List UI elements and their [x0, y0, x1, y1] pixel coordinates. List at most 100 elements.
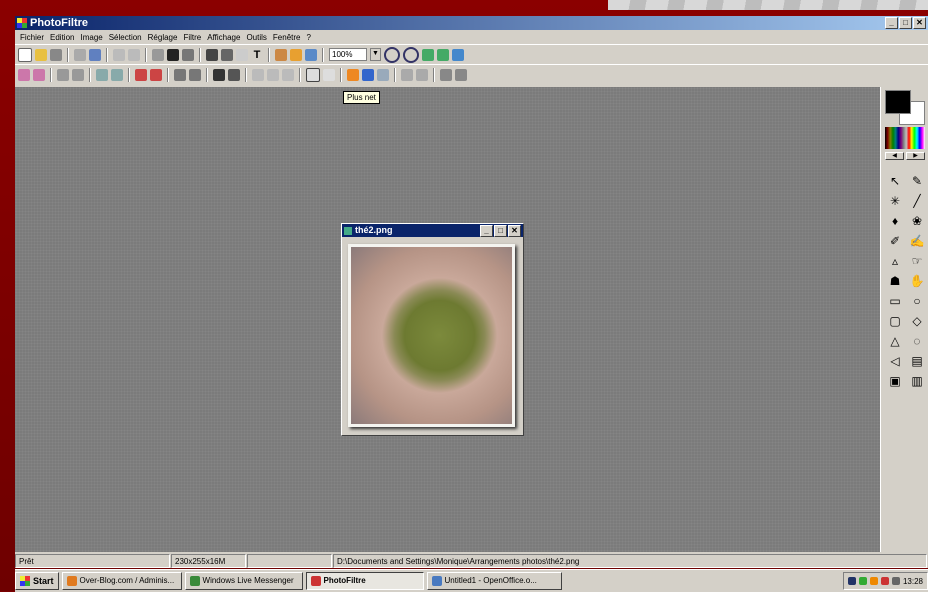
taskbar-item-photofiltre[interactable]: PhotoFiltre [305, 572, 424, 590]
blur-drop-icon[interactable]: ▵ [887, 253, 903, 269]
smudge-icon[interactable]: ☞ [909, 253, 925, 269]
gamma-up-icon[interactable] [189, 68, 201, 81]
menu-fichier[interactable]: Fichier [17, 33, 47, 42]
fit-window-icon[interactable] [422, 48, 434, 61]
zoom-select[interactable]: 100% [329, 48, 367, 61]
undo-icon[interactable] [113, 48, 125, 61]
line-icon[interactable]: ╱ [909, 193, 925, 209]
advanced-brush-icon[interactable]: ✍ [909, 233, 925, 249]
hand-icon[interactable]: ✋ [909, 273, 925, 289]
start-button[interactable]: Start [15, 572, 59, 590]
canvas-size-icon[interactable] [221, 48, 233, 61]
chevron-down-icon[interactable]: ▼ [370, 48, 381, 61]
gamma-down-icon[interactable] [174, 68, 186, 81]
taskbar-item-messenger[interactable]: Windows Live Messenger [184, 572, 303, 590]
saturation-up-icon[interactable] [150, 68, 162, 81]
grayscale-icon[interactable] [213, 68, 225, 81]
menu-image[interactable]: Image [77, 33, 105, 42]
crop-icon[interactable] [182, 48, 194, 61]
window-icon[interactable] [305, 48, 317, 61]
image-minimize-button[interactable]: _ [480, 224, 493, 237]
menu-filtre[interactable]: Filtre [180, 33, 204, 42]
menu-reglage[interactable]: Réglage [145, 33, 181, 42]
selection-arrow-icon[interactable]: ↖ [887, 173, 903, 189]
taskbar-item-openoffice[interactable]: Untitled1 - OpenOffice.o... [426, 572, 562, 590]
lasso-icon[interactable]: ◌ [909, 333, 925, 349]
image-window[interactable]: thé2.png _ □ ✕ [341, 223, 524, 436]
full-screen-icon[interactable] [437, 48, 449, 61]
effects-icon[interactable] [290, 48, 302, 61]
sepia-icon[interactable] [228, 68, 240, 81]
stamp-icon[interactable]: ☗ [887, 273, 903, 289]
zoom-out-icon[interactable] [403, 46, 419, 63]
fill-icon[interactable] [167, 48, 179, 61]
rotate-left-icon[interactable] [440, 68, 452, 81]
saturation-down-icon[interactable] [135, 68, 147, 81]
text-frame-icon[interactable]: ▥ [909, 373, 925, 389]
palette-right-button[interactable]: ▶ [906, 152, 925, 160]
auto-level-icon[interactable] [18, 68, 30, 81]
menu-fenetre[interactable]: Fenêtre [270, 33, 304, 42]
menu-affichage[interactable]: Affichage [204, 33, 243, 42]
open-shape-icon[interactable]: ▤ [909, 353, 925, 369]
image-size-icon[interactable] [206, 48, 218, 61]
scan-icon[interactable] [89, 48, 101, 61]
keyboard-icon[interactable] [847, 577, 856, 585]
diamond-icon[interactable]: ◇ [909, 313, 925, 329]
messenger-tray-icon[interactable] [858, 577, 867, 585]
polygon-icon[interactable]: ◁ [887, 353, 903, 369]
text-tool-icon[interactable]: T [251, 49, 263, 61]
menu-help[interactable]: ? [303, 33, 313, 42]
menu-outils[interactable]: Outils [243, 33, 269, 42]
flip-horizontal-icon[interactable] [401, 68, 413, 81]
print-icon[interactable] [74, 48, 86, 61]
new-file-icon[interactable] [18, 47, 32, 62]
rectangle-icon[interactable]: ▭ [887, 293, 903, 309]
open-folder-icon[interactable] [35, 48, 47, 61]
layer-icon[interactable] [152, 48, 164, 61]
rounded-rectangle-icon[interactable]: ▢ [887, 313, 903, 329]
eyedropper-icon[interactable]: ✎ [909, 173, 925, 189]
antivirus-icon[interactable] [880, 577, 889, 585]
triangle-icon[interactable]: △ [887, 333, 903, 349]
save-icon[interactable] [50, 48, 62, 61]
flip-vertical-icon[interactable] [416, 68, 428, 81]
auto-contrast-icon[interactable] [33, 68, 45, 81]
color-palette[interactable] [885, 127, 925, 149]
restore-button[interactable]: □ [899, 17, 912, 29]
minimize-button[interactable]: _ [885, 17, 898, 29]
soften-icon[interactable] [267, 68, 279, 81]
brush-icon[interactable]: ✐ [887, 233, 903, 249]
select-all-icon[interactable]: ▣ [887, 373, 903, 389]
menu-edition[interactable]: Edition [47, 33, 77, 42]
brightness-down-icon[interactable] [57, 68, 69, 81]
image-close-button[interactable]: ✕ [508, 224, 521, 237]
brightness-up-icon[interactable] [72, 68, 84, 81]
slideshow-icon[interactable] [452, 48, 464, 61]
sharpen-more-icon[interactable] [323, 68, 335, 81]
taskbar-item-overblog[interactable]: Over-Blog.com / Adminis... [61, 572, 182, 590]
contrast-down-icon[interactable] [96, 68, 108, 81]
soften-more-icon[interactable] [282, 68, 294, 81]
tea-leaves-photo[interactable] [351, 247, 512, 424]
zoom-in-icon[interactable] [384, 46, 400, 63]
select-icon[interactable] [236, 48, 248, 61]
volume-icon[interactable] [891, 577, 900, 585]
border-icon[interactable] [362, 68, 374, 81]
close-button[interactable]: ✕ [913, 17, 926, 29]
frame-icon[interactable] [347, 68, 359, 81]
magic-wand-icon[interactable]: ✳ [887, 193, 903, 209]
texture-icon[interactable] [377, 68, 389, 81]
palette-left-button[interactable]: ◀ [885, 152, 904, 160]
sharpen-icon[interactable] [306, 67, 320, 82]
spray-icon[interactable]: ❀ [909, 213, 925, 229]
menu-selection[interactable]: Sélection [106, 33, 145, 42]
workspace[interactable]: thé2.png _ □ ✕ [15, 87, 880, 552]
plugin-icon[interactable] [275, 48, 287, 61]
blur-icon[interactable] [252, 68, 264, 81]
image-window-title-bar[interactable]: thé2.png _ □ ✕ [342, 224, 523, 237]
bucket-icon[interactable]: ♦ [887, 213, 903, 229]
foreground-color-swatch[interactable] [885, 90, 911, 114]
contrast-up-icon[interactable] [111, 68, 123, 81]
security-icon[interactable] [869, 577, 878, 585]
